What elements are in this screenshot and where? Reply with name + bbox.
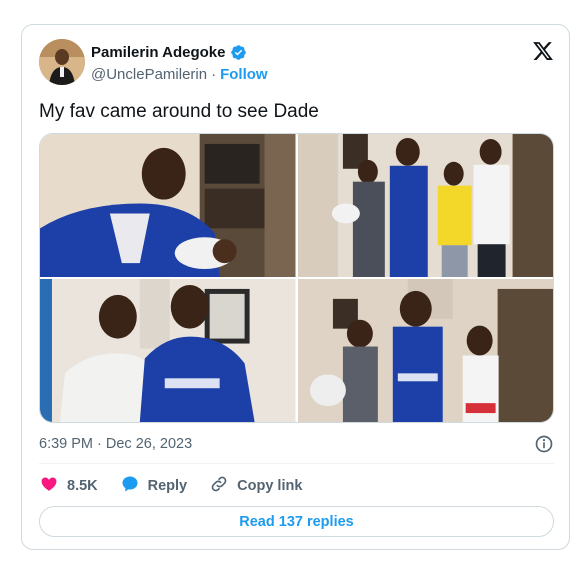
x-logo-icon[interactable] [532, 40, 554, 62]
name-row: Pamilerin Adegoke [91, 44, 247, 61]
handle[interactable]: @UnclePamilerin [91, 66, 207, 83]
media-grid [39, 133, 554, 423]
photo-2[interactable] [297, 134, 553, 277]
tweet-text: My fav came around to see Dade [39, 101, 319, 122]
separator: · [211, 66, 217, 83]
reply-button[interactable]: Reply [120, 474, 188, 498]
read-replies-button[interactable]: Read 137 replies [39, 506, 554, 537]
tweet-header: Pamilerin Adegoke @UnclePamilerin · Foll… [39, 39, 554, 87]
heart-icon [39, 474, 59, 498]
handle-row: @UnclePamilerin · Follow [91, 66, 268, 83]
photo-1[interactable] [40, 134, 296, 277]
avatar[interactable] [39, 39, 85, 85]
info-icon[interactable] [534, 434, 554, 454]
reply-label: Reply [147, 478, 188, 494]
display-name[interactable]: Pamilerin Adegoke [91, 44, 226, 61]
timestamp[interactable]: 6:39 PM · Dec 26, 2023 [39, 436, 192, 452]
follow-button[interactable]: Follow [220, 66, 268, 83]
photo-3[interactable] [40, 279, 296, 422]
tweet-card: Pamilerin Adegoke @UnclePamilerin · Foll… [21, 24, 570, 550]
action-bar: 8.5K Reply Copy link [39, 473, 324, 499]
photo-4[interactable] [297, 279, 553, 422]
link-icon [209, 474, 229, 498]
timestamp-row: 6:39 PM · Dec 26, 2023 [39, 433, 554, 455]
divider [39, 463, 554, 464]
like-count: 8.5K [67, 478, 98, 494]
reply-bubble-icon [120, 474, 140, 498]
like-button[interactable]: 8.5K [39, 474, 98, 498]
verified-badge-icon [230, 44, 247, 61]
copy-link-label: Copy link [237, 478, 303, 494]
copy-link-button[interactable]: Copy link [209, 474, 302, 498]
